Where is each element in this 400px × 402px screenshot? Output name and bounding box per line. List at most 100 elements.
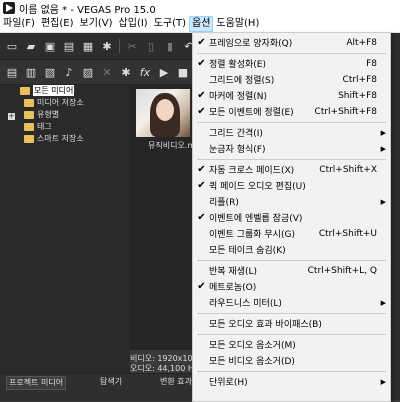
menu-item-label: 정렬 활성화(E) xyxy=(209,60,266,70)
menu-insert[interactable]: 삽입(I) xyxy=(116,16,151,32)
options-menu-item[interactable]: 모든 비디오 음소거(D) xyxy=(193,353,390,368)
submenu-arrow-icon: ▶ xyxy=(380,144,386,153)
cut-icon[interactable]: ✂ xyxy=(125,39,139,53)
options-menu-item[interactable]: 모든 오디오 효과 바이패스(B) xyxy=(193,316,390,331)
menu-separator xyxy=(197,159,386,160)
menu-options[interactable]: 옵션 xyxy=(189,16,214,32)
menu-separator xyxy=(197,260,386,261)
menu-item-label: 이벤트 그룹화 무시(G) xyxy=(209,230,295,240)
menu-view[interactable]: 보기(V) xyxy=(77,16,116,32)
tree-item-media-bins[interactable]: 미디어 저장소 xyxy=(24,97,84,108)
options-menu: ✔ 프레임으로 양자화(Q) Alt+F8 ✔ 정렬 활성화(E) F8 그리드에 정렬(S… xyxy=(192,32,391,402)
options-menu-item[interactable]: ✔ 퀵 페이드 오디오 편집(U) xyxy=(193,178,390,193)
paste-icon[interactable]: ▮ xyxy=(163,39,177,53)
tree-item-label: 태그 xyxy=(37,122,52,131)
options-menu-item[interactable]: 모든 테이크 숨김(K) xyxy=(193,242,390,257)
menu-tools[interactable]: 도구(T) xyxy=(151,16,189,32)
tab-project-media[interactable]: 프로젝트 미디어 xyxy=(6,376,67,390)
tree-item-tags[interactable]: 태그 xyxy=(24,121,52,132)
options-menu-item[interactable]: ✔ 마커에 정렬(N) Shift+F8 xyxy=(193,88,390,103)
title-bar: 이름 없음 * - VEGAS Pro 15.0 xyxy=(0,0,400,16)
options-menu-item[interactable]: 그리드 간격(I) ▶ xyxy=(193,125,390,140)
extract-audio-icon[interactable]: ♪ xyxy=(62,65,76,79)
submenu-arrow-icon: ▶ xyxy=(380,197,386,206)
vegas-app-icon xyxy=(3,2,15,14)
checkmark-icon: ✔ xyxy=(197,180,206,191)
folder-icon xyxy=(20,86,30,95)
open-folder-icon[interactable]: ▰ xyxy=(24,39,38,53)
options-menu-item[interactable]: 모든 오디오 음소거(M) xyxy=(193,337,390,352)
menu-item-shortcut: Ctrl+Shift+F8 xyxy=(314,106,377,117)
menu-item-shortcut: Ctrl+Shift+X xyxy=(319,164,377,175)
copy-icon[interactable]: ▯ xyxy=(144,39,158,53)
menu-item-shortcut: Ctrl+F8 xyxy=(342,74,377,85)
bottom-tab-bar: 프로젝트 미디어 탐색기 변환 효과 xyxy=(0,373,192,401)
menu-bar: 파일(F) 편집(E) 보기(V) 삽입(I) 도구(T) 옵션 도움말(H) xyxy=(0,16,400,33)
tab-explorer[interactable]: 탐색기 xyxy=(100,376,122,388)
menu-item-label: 반복 재생(L) xyxy=(209,267,258,277)
tree-item-smart-bins[interactable]: 스마트 저장소 xyxy=(24,133,84,144)
options-menu-item[interactable]: ✔ 정렬 활성화(E) F8 xyxy=(193,56,390,71)
menu-item-label: 메트로놈(O) xyxy=(209,283,257,293)
get-media-icon[interactable]: ▧ xyxy=(43,65,57,79)
options-menu-item[interactable]: 이벤트 그룹화 무시(G) Ctrl+Shift+U xyxy=(193,226,390,241)
tree-item-all-media[interactable]: 모든 미디어 xyxy=(20,85,75,96)
options-menu-item[interactable]: 반복 재생(L) Ctrl+Shift+L, Q xyxy=(193,263,390,278)
menu-help[interactable]: 도움말(H) xyxy=(213,16,262,32)
menu-item-shortcut: Ctrl+Shift+U xyxy=(318,228,377,239)
menu-item-shortcut: Alt+F8 xyxy=(346,37,377,48)
video-thumbnail[interactable] xyxy=(136,89,190,137)
options-menu-item[interactable]: ✔ 이벤트에 엔벨롭 잠금(V) xyxy=(193,210,390,225)
menu-separator xyxy=(197,334,386,335)
menu-item-label: 모든 이벤트에 정렬(E) xyxy=(209,108,294,118)
options-menu-item[interactable]: 리플(R) ▶ xyxy=(193,194,390,209)
menu-item-label: 이벤트에 엔벨롭 잠금(V) xyxy=(209,214,303,224)
properties-icon[interactable]: ▦ xyxy=(81,39,95,53)
menu-item-label: 모든 비디오 음소거(D) xyxy=(209,357,295,367)
save-icon[interactable]: ▣ xyxy=(43,39,57,53)
menu-item-label: 자동 크로스 페이드(X) xyxy=(209,166,295,176)
folder-icon xyxy=(24,122,34,131)
menu-item-label: 눈금자 형식(F) xyxy=(209,145,266,155)
menu-item-label: 모든 오디오 음소거(M) xyxy=(209,341,296,351)
tree-item-label: 스마트 저장소 xyxy=(37,134,84,143)
checkmark-icon: ✔ xyxy=(197,164,206,175)
play-icon[interactable]: ▶ xyxy=(157,65,171,79)
new-icon[interactable]: ▭ xyxy=(5,39,19,53)
options-menu-item[interactable]: ✔ 자동 크로스 페이드(X) Ctrl+Shift+X xyxy=(193,162,390,177)
thumbnail-label: 뮤직비디오.m xyxy=(148,141,196,150)
tab-transitions[interactable]: 변환 효과 xyxy=(160,376,192,388)
options-menu-item[interactable]: 눈금자 형식(F) ▶ xyxy=(193,141,390,156)
expand-toggle-icon[interactable]: + xyxy=(8,113,15,120)
options-menu-item[interactable]: ✔ 메트로놈(O) xyxy=(193,279,390,294)
remove-icon[interactable]: ✕ xyxy=(100,65,114,79)
settings-gear-icon[interactable]: ✱ xyxy=(100,39,114,53)
options-menu-item[interactable]: 단위로(H) ▶ xyxy=(193,374,390,389)
menu-file[interactable]: 파일(F) xyxy=(0,16,38,32)
checkmark-icon: ✔ xyxy=(197,58,206,69)
checkmark-icon: ✔ xyxy=(197,37,206,48)
tree-item-label: 유형별 xyxy=(37,110,60,119)
fx-icon[interactable]: fx xyxy=(138,65,152,79)
submenu-arrow-icon: ▶ xyxy=(380,377,386,386)
options-menu-item[interactable]: ✔ 모든 이벤트에 정렬(E) Ctrl+Shift+F8 xyxy=(193,104,390,119)
capture-icon[interactable]: ▥ xyxy=(24,65,38,79)
options-menu-item[interactable]: 그리드에 정렬(S) Ctrl+F8 xyxy=(193,72,390,87)
menu-item-label: 퀵 페이드 오디오 편집(U) xyxy=(209,182,306,192)
menu-item-label: 프레임으로 양자화(Q) xyxy=(209,39,293,49)
media-properties-icon[interactable]: ▨ xyxy=(81,65,95,79)
menu-item-label: 그리드 간격(I) xyxy=(209,129,263,139)
stop-icon[interactable]: ■ xyxy=(176,65,190,79)
menu-item-label: 모든 오디오 효과 바이패스(B) xyxy=(209,320,322,330)
options-menu-item[interactable]: 라우드니스 미터(L) ▶ xyxy=(193,295,390,310)
render-icon[interactable]: ▤ xyxy=(62,39,76,53)
menu-separator xyxy=(197,371,386,372)
tree-item-by-type[interactable]: 유형별 xyxy=(24,109,59,120)
thumbnail-face xyxy=(156,99,174,121)
menu-item-label: 그리드에 정렬(S) xyxy=(209,76,275,86)
tree-item-label: 미디어 저장소 xyxy=(37,98,84,107)
media-gear-icon[interactable]: ✱ xyxy=(119,65,133,79)
menu-edit[interactable]: 편집(E) xyxy=(38,16,77,32)
import-media-icon[interactable]: ▤ xyxy=(5,65,19,79)
options-menu-item[interactable]: ✔ 프레임으로 양자화(Q) Alt+F8 xyxy=(193,35,390,50)
